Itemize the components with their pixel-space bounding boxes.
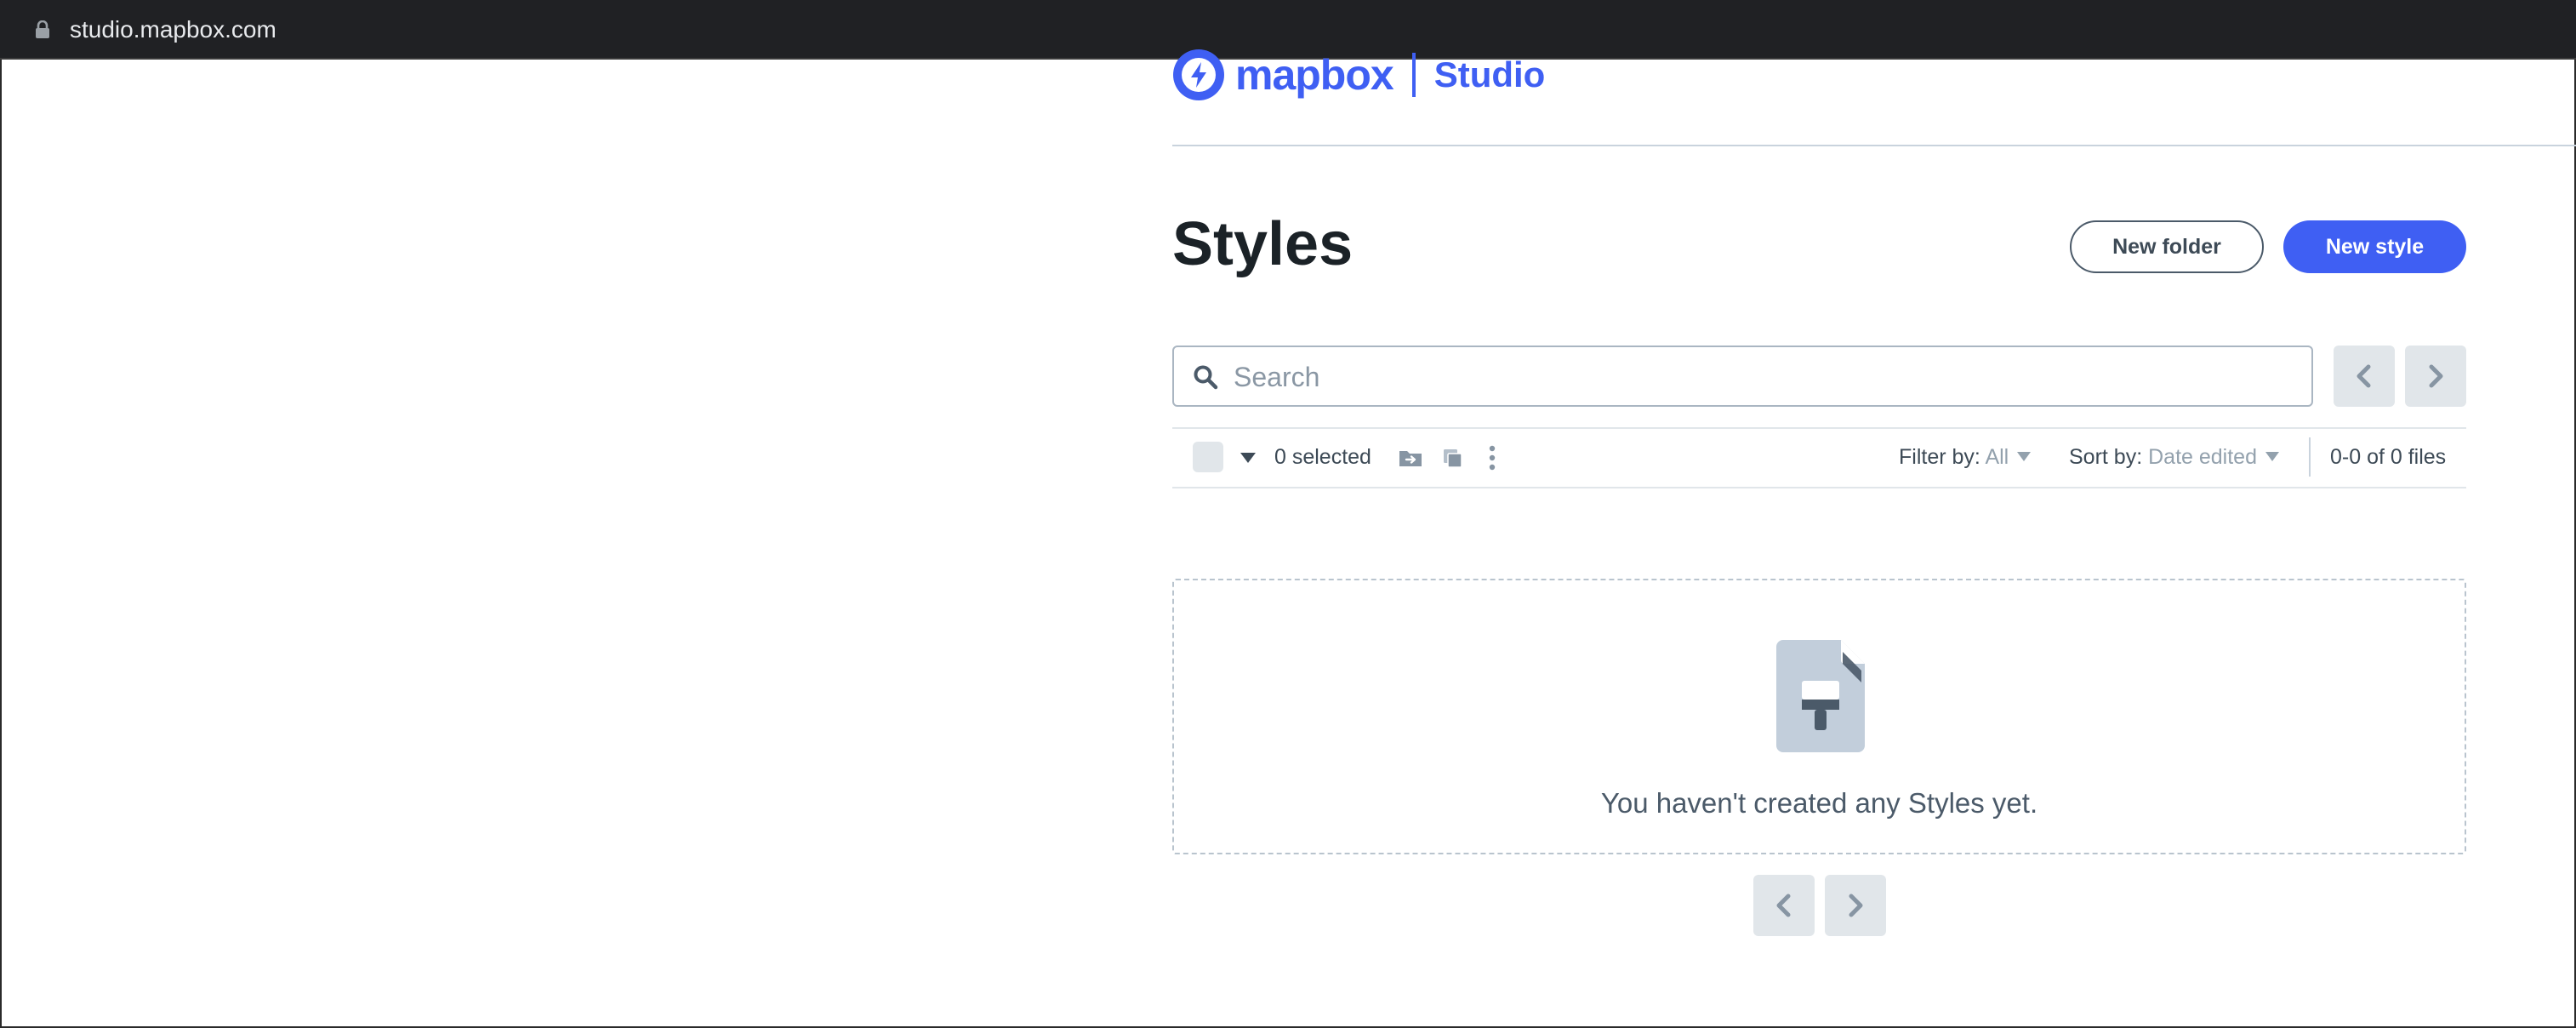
toolbar-divider-top [1172,427,2466,429]
chevron-down-icon [2265,452,2279,461]
search-input[interactable] [1234,356,2297,398]
toolbar-divider-bottom [1172,487,2466,488]
lock-icon [36,20,49,38]
chevron-down-icon [2017,452,2032,461]
page-viewport [0,60,2576,1028]
filter-dropdown[interactable]: Filter by: All [1899,443,2032,471]
toolbar-separator [2309,437,2311,477]
next-page-button-top[interactable] [2405,346,2466,407]
filter-value: All [1985,445,2009,469]
empty-state-message: You haven't created any Styles yet. [1600,787,2038,819]
brand-wordmark: mapbox [1235,51,1394,99]
move-to-folder-icon[interactable] [1397,444,1424,471]
prev-page-button-bottom[interactable] [1753,875,1815,936]
select-all-checkbox[interactable] [1193,442,1223,472]
more-vertical-icon[interactable] [1479,444,1506,471]
search-icon [1194,365,1218,390]
logo-divider [1411,53,1416,97]
duplicate-icon[interactable] [1439,444,1466,471]
chevron-right-icon [2429,364,2443,388]
url-text[interactable]: studio.mapbox.com [70,14,276,45]
search-box[interactable] [1172,346,2313,407]
sort-dropdown[interactable]: Sort by: Date edited [2069,443,2279,471]
header-divider [1172,145,2576,146]
chevron-down-icon[interactable] [1240,453,1256,463]
chevron-left-icon [1776,894,1791,917]
page-title: Styles [1172,210,1354,278]
style-file-icon [1776,640,1865,752]
prev-page-button-top[interactable] [2334,346,2395,407]
file-count: 0-0 of 0 files [2330,445,2447,469]
new-folder-button[interactable]: New folder [2070,220,2264,273]
product-name: Studio [1433,54,1546,94]
chevron-right-icon [1849,894,1863,917]
mapbox-logo-icon [1173,49,1224,100]
sort-label: Sort by: [2069,445,2143,469]
sort-value: Date edited [2148,445,2257,469]
new-style-button[interactable]: New style [2283,220,2466,273]
mapbox-studio-logo[interactable]: mapbox Studio [1172,48,1545,102]
next-page-button-bottom[interactable] [1825,875,1886,936]
filter-label: Filter by: [1899,445,1980,469]
selected-count: 0 selected [1274,445,1371,469]
empty-state-panel: You haven't created any Styles yet. [1172,579,2466,854]
chevron-left-icon [2357,364,2371,388]
